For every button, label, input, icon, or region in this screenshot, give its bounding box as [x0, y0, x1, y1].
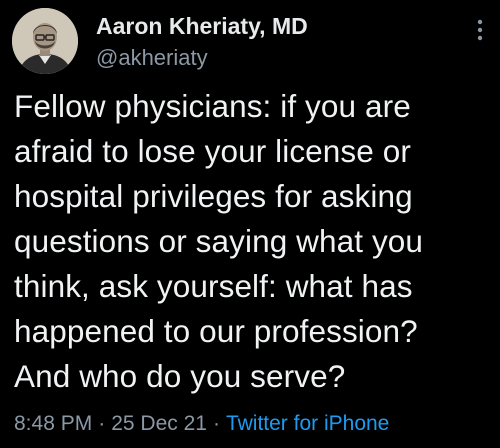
more-vertical-icon[interactable] [470, 14, 490, 46]
meta-separator: · [212, 412, 220, 435]
author-handle[interactable]: @akheriaty [96, 45, 208, 71]
tweet-body-text: Fellow physicians: if you are afraid to … [14, 88, 424, 394]
author-name[interactable]: Aaron Kheriaty, MD [96, 13, 308, 40]
author-avatar[interactable] [12, 8, 78, 74]
tweet-source-link[interactable]: Twitter for iPhone [226, 412, 389, 435]
tweet-time[interactable]: 8:48 PM [14, 412, 92, 435]
tweet-card: Aaron Kheriaty, MD @akheriaty Fellow phy… [0, 0, 500, 448]
tweet-metadata: 8:48 PM · 25 Dec 21 · Twitter for iPhone [14, 412, 389, 436]
meta-separator: · [98, 412, 106, 435]
avatar-image [12, 8, 78, 74]
tweet-date[interactable]: 25 Dec 21 [111, 412, 207, 435]
